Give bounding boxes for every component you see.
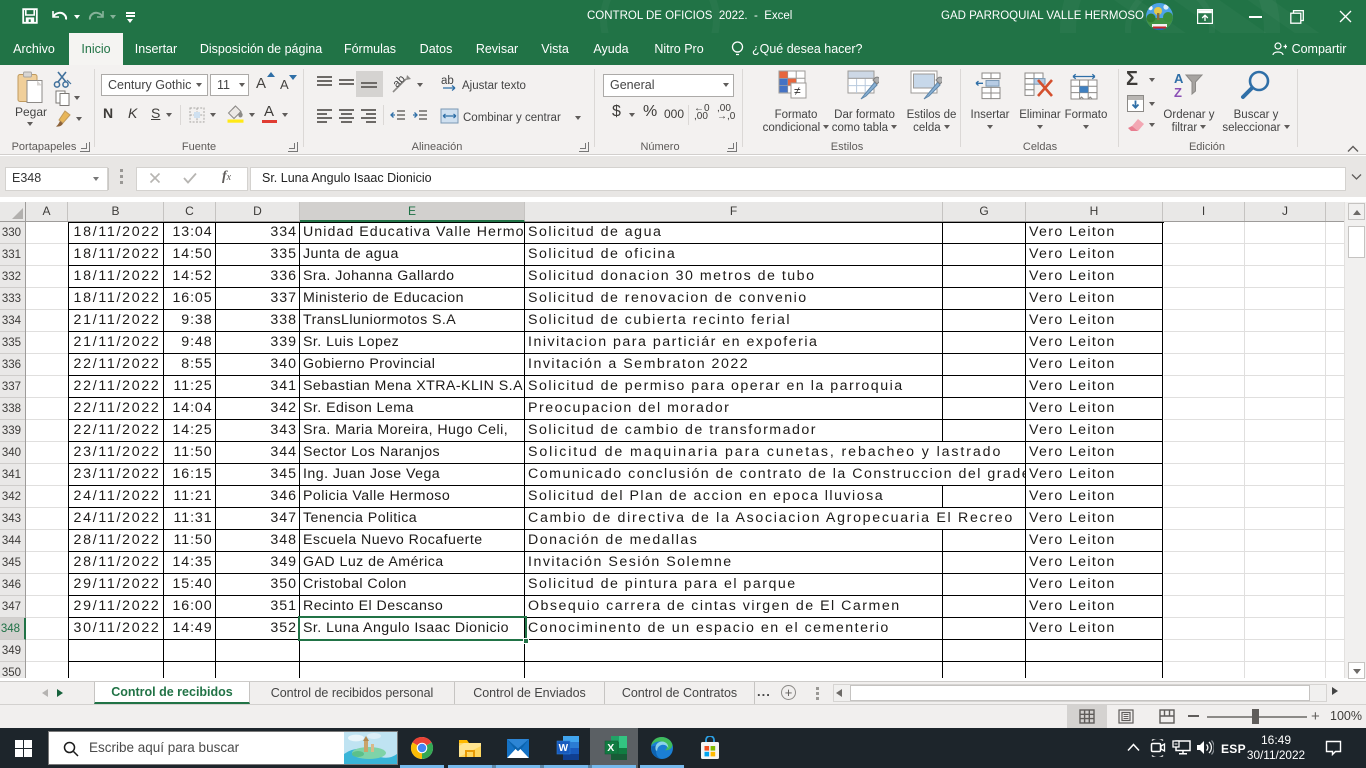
svg-text:ab: ab xyxy=(441,75,454,87)
svg-text:X: X xyxy=(607,742,614,754)
svg-text:A: A xyxy=(1174,71,1184,86)
svg-text:≠: ≠ xyxy=(794,84,801,98)
svg-text:W: W xyxy=(559,743,569,754)
svg-text:ab: ab xyxy=(391,73,408,90)
svg-text:Z: Z xyxy=(1174,85,1182,99)
